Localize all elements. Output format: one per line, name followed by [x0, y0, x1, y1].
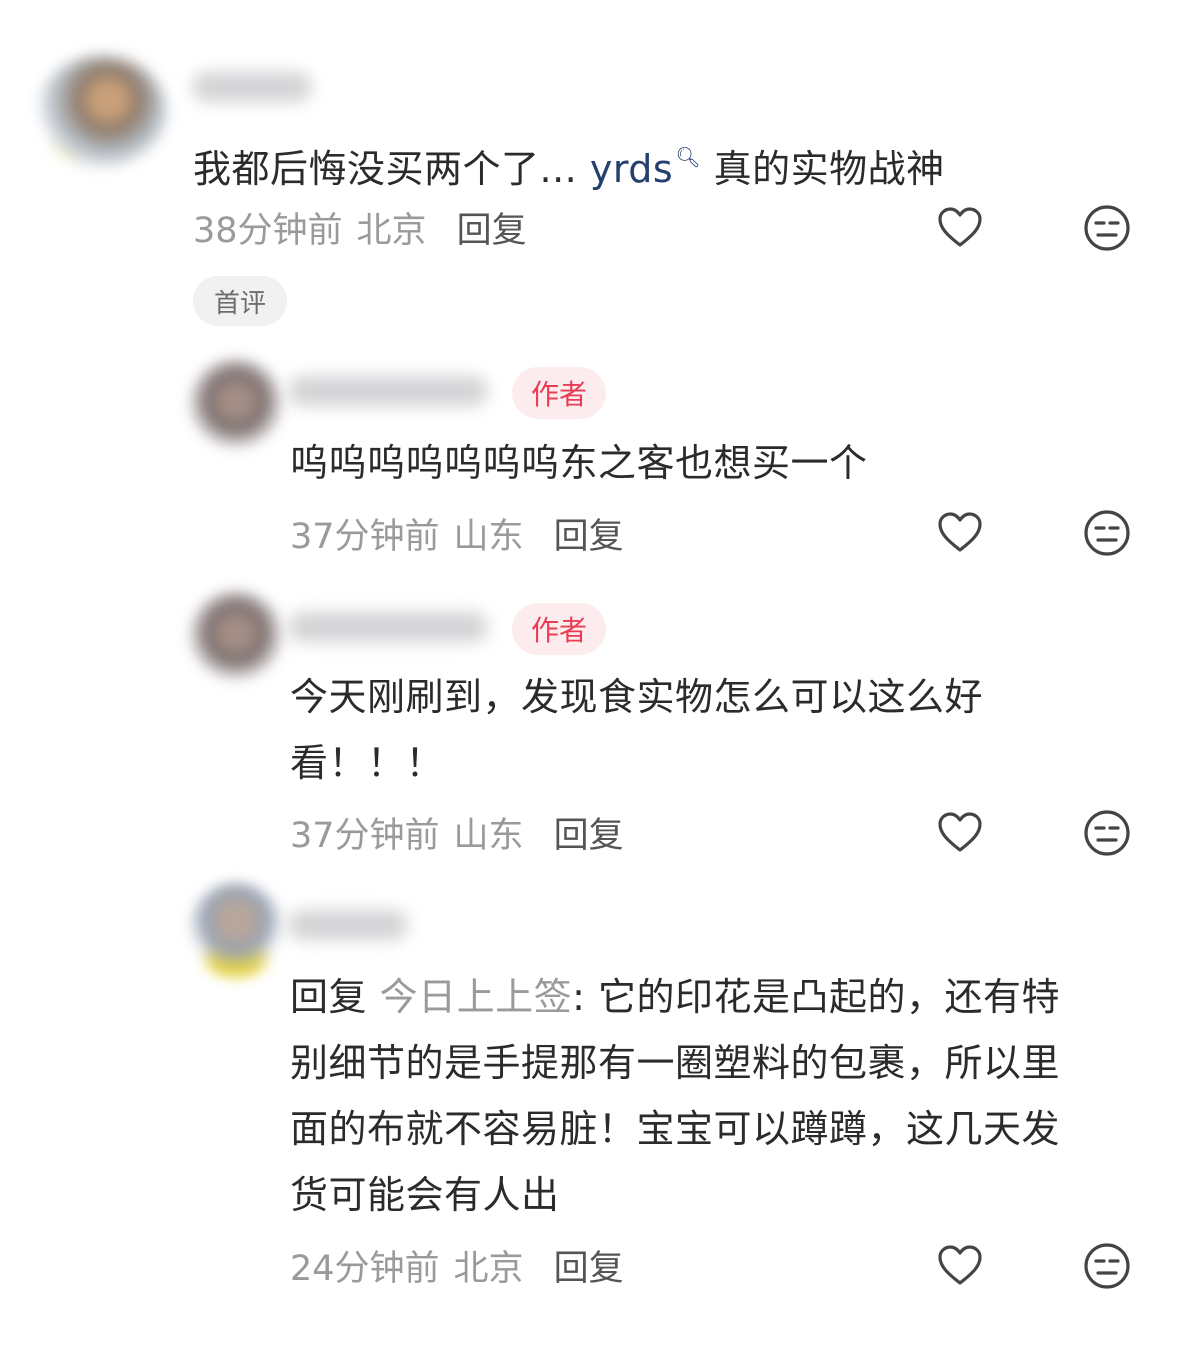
author-badge: 作者 [512, 367, 606, 419]
comment-time: 37分钟前 [290, 815, 440, 856]
avatar[interactable] [38, 56, 166, 166]
comment-text: 今天刚刷到，发现食实物怎么可以这么好 看！！！ [290, 664, 1150, 796]
comment-text: 我都后悔没买两个了... yrds 🔍︎ 真的实物战神 [193, 124, 1133, 202]
heart-icon[interactable] [935, 808, 985, 858]
reply-button[interactable]: 回复 [457, 202, 527, 253]
comment-time: 24分钟前 [290, 1248, 440, 1289]
meh-face-icon[interactable] [1082, 808, 1132, 858]
first-comment-tag: 首评 [193, 276, 287, 326]
username-blurred[interactable] [288, 910, 408, 940]
comment-location: 北京 [356, 210, 427, 251]
search-link[interactable]: yrds 🔍︎ [590, 145, 701, 191]
username-blurred[interactable] [288, 612, 488, 642]
comment-text-part: : 它的印花是凸起的，还有特 [572, 975, 1061, 1019]
comment-location: 山东 [453, 516, 524, 557]
heart-icon[interactable] [935, 508, 985, 558]
reply-prefix: 回复 [290, 975, 368, 1019]
comment-location: 山东 [453, 815, 524, 856]
reply-button[interactable]: 回复 [554, 807, 624, 858]
comment-time: 37分钟前 [290, 516, 440, 557]
meh-face-icon[interactable] [1082, 203, 1132, 253]
comment-text-part: 呜呜呜呜呜呜呜东之客也想买一个 [290, 441, 868, 485]
reply-button[interactable]: 回复 [554, 1240, 624, 1291]
reply-target-name[interactable]: 今日上上签 [380, 975, 573, 1019]
author-badge: 作者 [512, 603, 606, 655]
comment-meta: 38分钟前 北京 回复 [193, 202, 527, 252]
comment-line: 货可能会有人出 [290, 1173, 560, 1217]
username-blurred[interactable] [288, 376, 488, 406]
comment-location: 北京 [453, 1248, 524, 1289]
badge-label: 作者 [530, 378, 587, 411]
comment-line: 今天刚刷到，发现食实物怎么可以这么好 [290, 675, 984, 719]
reply-button[interactable]: 回复 [554, 508, 624, 559]
comment-meta: 37分钟前 山东 回复 [290, 807, 624, 857]
meh-face-icon[interactable] [1082, 508, 1132, 558]
username-blurred[interactable] [192, 72, 312, 102]
comment-text: 呜呜呜呜呜呜呜东之客也想买一个 [290, 430, 1130, 496]
comment-line: 回复 今日上上签: 它的印花是凸起的，还有特 [290, 964, 1160, 1030]
search-link-text[interactable]: yrds [590, 147, 673, 191]
search-icon[interactable]: 🔍︎ [675, 145, 701, 169]
comment-text-part: 真的实物战神 [701, 147, 945, 191]
comment-meta: 24分钟前 北京 回复 [290, 1240, 624, 1290]
heart-icon[interactable] [935, 203, 985, 253]
comment-line: 别细节的是手提那有一圈塑料的包裹，所以里 [290, 1041, 1061, 1085]
meh-face-icon[interactable] [1082, 1241, 1132, 1291]
avatar[interactable] [188, 590, 284, 686]
avatar[interactable] [188, 358, 284, 454]
comment-text: 回复 今日上上签: 它的印花是凸起的，还有特 别细节的是手提那有一圈塑料的包裹，… [290, 964, 1160, 1228]
comment-line: 看！！！ [290, 741, 445, 785]
comment-line: 面的布就不容易脏！宝宝可以蹲蹲，这几天发 [290, 1107, 1061, 1151]
heart-icon[interactable] [935, 1241, 985, 1291]
comment-meta: 37分钟前 山东 回复 [290, 508, 624, 558]
comment-time: 38分钟前 [193, 210, 343, 251]
badge-label: 作者 [530, 614, 587, 647]
comment-text-part: 我都后悔没买两个了... [193, 147, 590, 191]
avatar[interactable] [188, 882, 284, 978]
tag-label: 首评 [213, 288, 266, 319]
